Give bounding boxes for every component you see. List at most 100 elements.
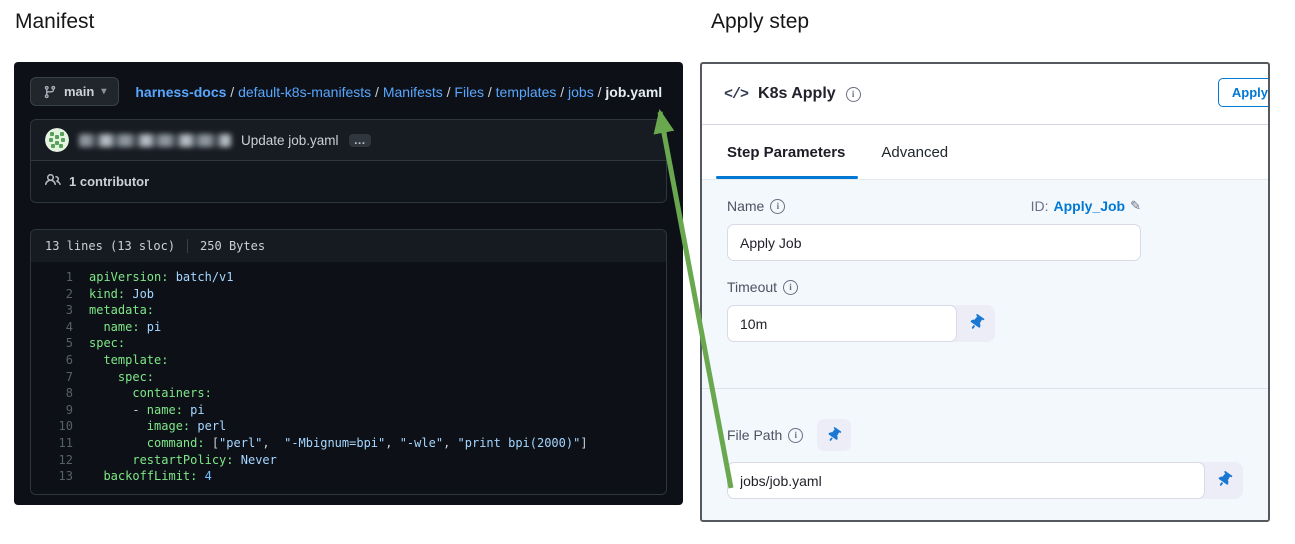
line-content: apiVersion: batch/v1 [89,269,234,286]
timeout-label: Timeout [727,279,777,295]
breadcrumb-folder-link[interactable]: Manifests [383,84,443,100]
breadcrumb-folder-link[interactable]: templates [496,84,557,100]
line-content: image: perl [89,418,226,435]
name-input[interactable] [727,224,1141,261]
breadcrumb-file-name: job.yaml [605,84,662,100]
line-number: 8 [31,385,89,402]
file-path-field-label-group: File Path i [727,427,803,443]
line-number: 3 [31,302,89,319]
yaml-code-block: 1apiVersion: batch/v12kind: Job3metadata… [31,262,666,494]
branch-selector-button[interactable]: main ▾ [30,77,119,106]
github-file-header-row: main ▾ harness-docs / default-k8s-manife… [30,77,667,106]
fixed-value-pin-icon[interactable] [1217,472,1232,487]
commit-more-button[interactable]: … [349,134,371,147]
breadcrumb-folder-link[interactable]: jobs [568,84,594,100]
breadcrumb-folder-link[interactable]: Files [454,84,484,100]
line-content: spec: [89,335,125,352]
timeout-field-label-group: Timeout i [727,279,798,295]
file-content-box: 13 lines (13 sloc) 250 Bytes 1apiVersion… [30,229,667,495]
code-line: 3metadata: [31,302,666,319]
step-id-link[interactable]: Apply_Job [1054,198,1126,214]
tab-advanced[interactable]: Advanced [881,125,948,179]
avatar[interactable] [45,128,69,152]
file-size-stat: 250 Bytes [187,239,265,253]
line-number: 13 [31,468,89,485]
line-content: command: ["perl", "-Mbignum=bpi", "-wle"… [89,435,588,452]
line-number: 5 [31,335,89,352]
line-number: 10 [31,418,89,435]
code-line: 4 name: pi [31,319,666,336]
step-parameters-form: Name i ID: Apply_Job ✎ Timeout i [702,180,1268,521]
contributors-row[interactable]: 1 contributor [31,160,666,202]
manifest-section-title: Manifest [15,10,94,34]
form-section-divider [702,388,1268,389]
step-panel-header: </> K8s Apply i Apply [702,64,1268,125]
file-path-input-group [727,462,1243,499]
line-number: 11 [31,435,89,452]
name-label: Name [727,198,764,214]
info-icon[interactable]: i [770,199,785,214]
timeout-input-group [727,305,995,342]
line-content: - name: pi [89,402,205,419]
edit-id-pencil-icon[interactable]: ✎ [1130,198,1141,214]
code-line: 1apiVersion: batch/v1 [31,269,666,286]
breadcrumb-separator: / [371,84,383,100]
chevron-down-icon: ▾ [101,87,106,97]
id-label: ID: [1031,198,1049,214]
redacted-author-name [79,134,231,147]
file-lines-stat: 13 lines (13 sloc) [45,239,175,253]
code-line: 6 template: [31,352,666,369]
code-line: 10 image: perl [31,418,666,435]
breadcrumb-repo-link[interactable]: harness-docs [135,84,226,100]
commit-message-link[interactable]: Update job.yaml [241,133,339,148]
code-line: 9 - name: pi [31,402,666,419]
apply-changes-button[interactable]: Apply [1218,78,1270,107]
line-content: template: [89,352,168,369]
line-content: backoffLimit: 4 [89,468,212,485]
code-line: 12 restartPolicy: Never [31,452,666,469]
apply-step-section-title: Apply step [711,10,809,34]
line-number: 6 [31,352,89,369]
file-path-input[interactable] [727,462,1205,499]
k8s-apply-step-panel: </> K8s Apply i Apply Step Parameters Adv… [700,62,1270,522]
code-line: 8 containers: [31,385,666,402]
contributors-label: 1 contributor [69,174,149,189]
info-icon[interactable]: i [788,428,803,443]
timeout-input[interactable] [727,305,957,342]
line-content: kind: Job [89,286,154,303]
branch-name-label: main [64,84,94,99]
info-icon[interactable]: i [783,280,798,295]
file-path-label: File Path [727,427,782,443]
breadcrumb: harness-docs / default-k8s-manifests / M… [135,84,662,100]
line-number: 4 [31,319,89,336]
code-step-icon: </> [724,86,748,103]
latest-commit-box: Update job.yaml … 1 contributor [30,119,667,203]
line-number: 7 [31,369,89,386]
step-id-group: ID: Apply_Job ✎ [1031,198,1141,214]
code-line: 5spec: [31,335,666,352]
breadcrumb-separator: / [484,84,496,100]
code-line: 11 command: ["perl", "-Mbignum=bpi", "-w… [31,435,666,452]
breadcrumb-separator: / [226,84,238,100]
latest-commit-row: Update job.yaml … [31,120,666,160]
github-file-panel: main ▾ harness-docs / default-k8s-manife… [14,62,683,505]
step-title: K8s Apply [758,85,836,103]
line-number: 12 [31,452,89,469]
breadcrumb-separator: / [443,84,455,100]
code-line: 13 backoffLimit: 4 [31,468,666,485]
breadcrumb-separator: / [556,84,568,100]
fixed-value-pin-icon[interactable] [969,315,984,330]
file-stats-bar: 13 lines (13 sloc) 250 Bytes [31,230,666,262]
line-number: 1 [31,269,89,286]
file-path-pin-button[interactable] [817,419,851,451]
line-content: containers: [89,385,212,402]
breadcrumb-separator: / [594,84,606,100]
info-icon[interactable]: i [846,87,861,102]
line-content: metadata: [89,302,154,319]
tab-step-parameters[interactable]: Step Parameters [727,125,845,179]
code-line: 7 spec: [31,369,666,386]
step-tabs: Step Parameters Advanced [702,125,1268,180]
people-icon [45,172,61,191]
breadcrumb-folder-link[interactable]: default-k8s-manifests [238,84,371,100]
line-number: 2 [31,286,89,303]
